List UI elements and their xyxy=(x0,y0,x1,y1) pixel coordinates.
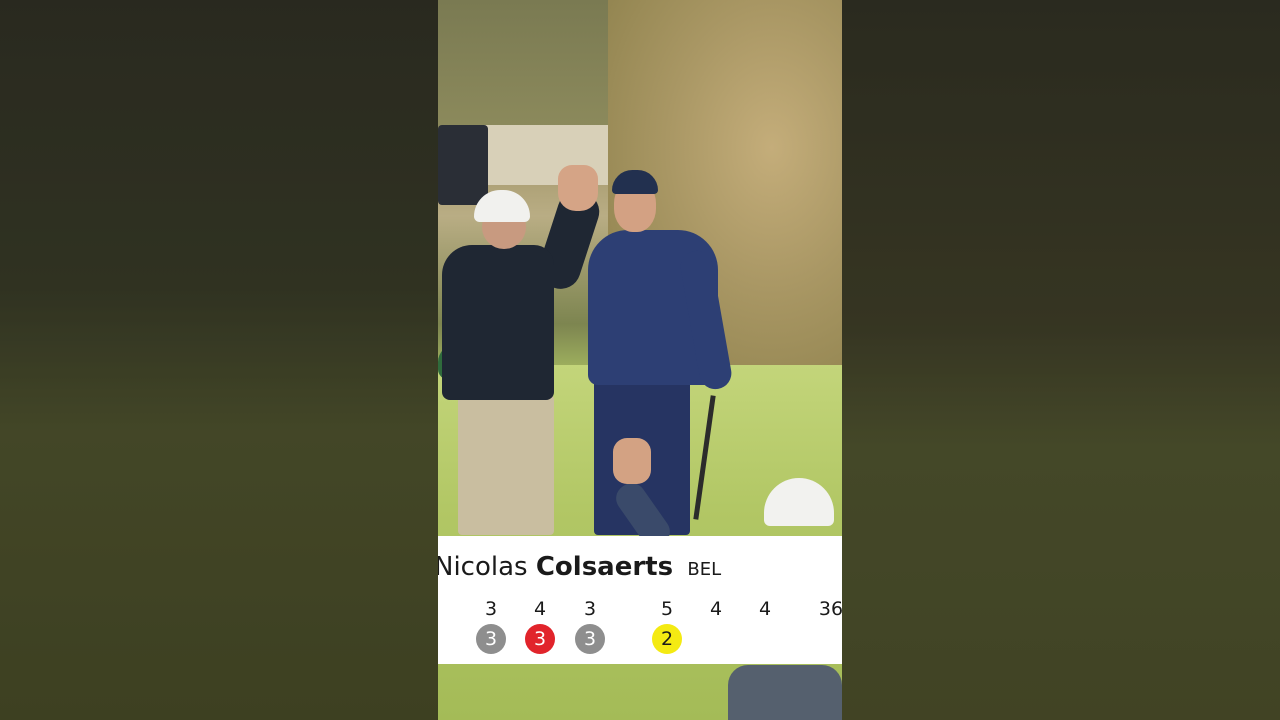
high-five-hand xyxy=(558,165,598,211)
par-row: 3 4 3 5 4 4 36 xyxy=(438,594,842,624)
score-graphic: Nicolas Colsaerts BEL 3 4 3 5 4 4 36 3332 xyxy=(438,536,842,664)
hole-par: 3 xyxy=(583,598,597,620)
player-first-name: Nicolas xyxy=(438,552,528,582)
player-country: BEL xyxy=(687,559,722,580)
hole-score-badge-par: 3 xyxy=(575,624,605,654)
hole-par: 4 xyxy=(709,598,723,620)
player-last-name: Colsaerts xyxy=(535,552,674,582)
hole-par: 5 xyxy=(660,598,674,620)
player-legs xyxy=(458,395,554,535)
hole-par: 3 xyxy=(484,598,498,620)
hole-par: 4 xyxy=(533,598,547,620)
hole-par: 36 xyxy=(818,598,842,620)
score-row: 3332 xyxy=(438,624,842,654)
spectator-body xyxy=(728,665,842,720)
golf-cart xyxy=(438,125,488,205)
hole-score-badge-birdie: 3 xyxy=(525,624,555,654)
player-name: Nicolas Colsaerts BEL xyxy=(438,552,721,582)
blurred-background-right xyxy=(842,0,1280,720)
hole-score-badge-albatross: 2 xyxy=(652,624,682,654)
blurred-background-left xyxy=(0,0,438,720)
hole-score-badge-par: 3 xyxy=(476,624,506,654)
spectator-hand xyxy=(613,438,651,484)
player-back xyxy=(442,245,554,400)
hole-par: 4 xyxy=(758,598,772,620)
